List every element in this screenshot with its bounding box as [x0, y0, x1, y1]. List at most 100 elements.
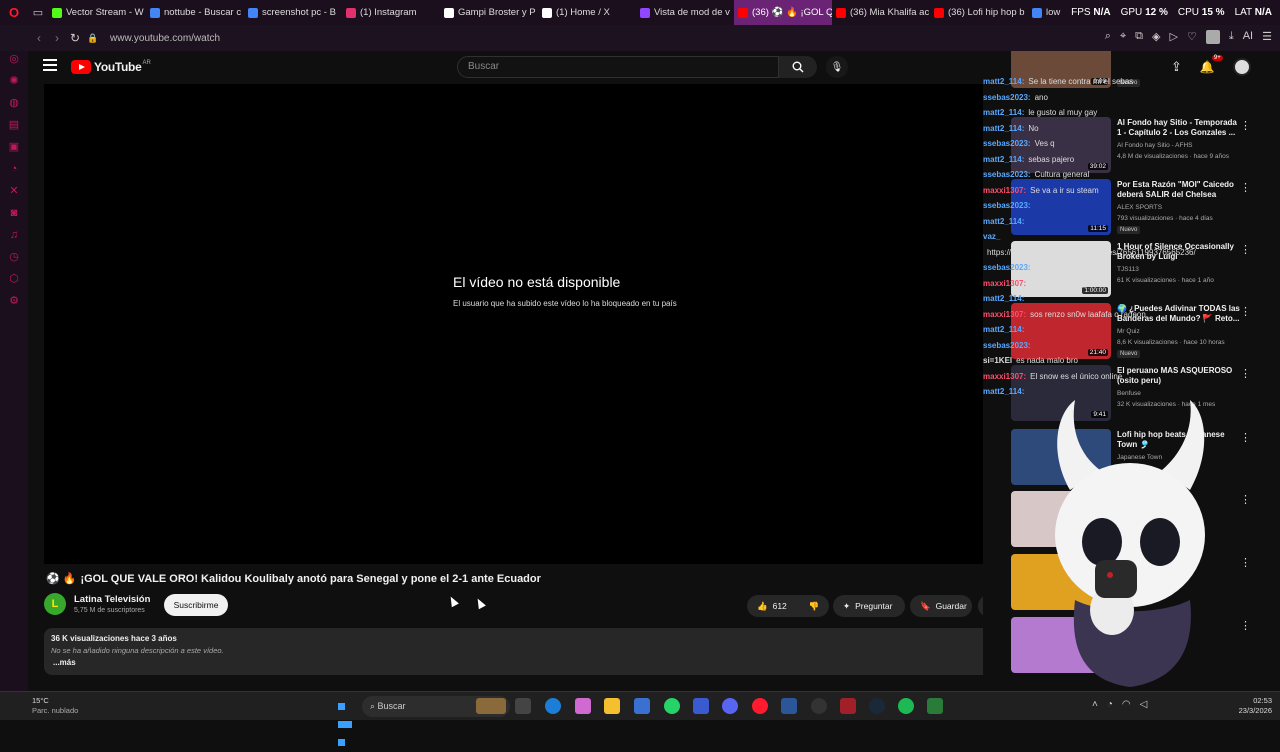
browser-tab[interactable]: (1) Home / X	[538, 0, 636, 25]
recommendation-channel[interactable]: ALEX SPORTS	[1117, 204, 1162, 211]
x-icon[interactable]: ✕	[8, 185, 20, 197]
hamburger-menu-icon[interactable]	[43, 59, 57, 73]
browser-tab[interactable]: Vista de mod de v	[636, 0, 734, 25]
twitch-icon[interactable]: ▣	[8, 141, 20, 153]
tab-menu-icon[interactable]: ▭	[28, 6, 48, 19]
chat-message: matt2_114: le gusto al muy gay	[983, 108, 1097, 117]
like-count[interactable]: 612	[773, 601, 787, 611]
chevron-up-icon[interactable]: ˄	[1092, 699, 1098, 710]
browser-tab[interactable]: Gampi Broster y P	[440, 0, 538, 25]
app-icon[interactable]	[693, 698, 709, 714]
recommendation-channel[interactable]: Mr Quiz	[1117, 328, 1140, 335]
description-text: No se ha añadido ninguna descripción a e…	[51, 646, 224, 655]
aria-ai-icon[interactable]: AI	[1243, 30, 1253, 44]
chat-message: ssebas2023: ano	[983, 93, 1048, 102]
start-button[interactable]	[338, 698, 353, 746]
snapshot-icon[interactable]: ⧉	[1135, 30, 1143, 44]
task-view-icon[interactable]	[515, 698, 531, 714]
network-icon[interactable]: ◔	[1107, 699, 1113, 710]
recommendation-channel[interactable]: TJS113	[1117, 266, 1139, 273]
wifi-icon[interactable]: ◠	[1122, 699, 1131, 710]
history-icon[interactable]: ◷	[8, 251, 20, 263]
browser-tab[interactable]: (36) ⚽ 🔥 ¡GOL QUE VAL	[734, 0, 832, 25]
clock[interactable]: 02:53 23/3/2026	[1239, 696, 1272, 716]
search-button[interactable]	[779, 56, 817, 78]
browser-tab[interactable]: nottube - Buscar c	[146, 0, 244, 25]
url-field[interactable]: www.youtube.com/watch	[110, 33, 220, 44]
profile-icon[interactable]	[1205, 30, 1220, 44]
chat-text: no tenia ni amigos	[1030, 278, 1096, 288]
more-icon[interactable]: ⋮	[1240, 431, 1251, 444]
file-explorer-icon[interactable]	[604, 698, 620, 714]
player-icon[interactable]: ♫	[8, 229, 20, 241]
like-icon[interactable]: 👍	[757, 601, 768, 612]
channel-avatar[interactable]: L	[44, 593, 66, 615]
extensions-icon[interactable]: ⬡	[8, 273, 20, 285]
youtube-logo[interactable]: YouTube AR	[71, 60, 151, 74]
zoom-icon[interactable]: ⌕	[1105, 30, 1111, 44]
dislike-icon[interactable]: 👎	[809, 601, 820, 612]
chat-message: matt2_114: Se la tiene contra mi el sebas	[983, 77, 1133, 86]
recommendation-title[interactable]: Por Esta Razón "MOI" Caicedo deberá SALI…	[1117, 180, 1243, 200]
discord-icon[interactable]: ◙	[8, 207, 20, 219]
more-icon[interactable]: ⋮	[1240, 493, 1251, 506]
heart-icon[interactable]: ♡	[1187, 30, 1197, 44]
forward-icon[interactable]: ›	[48, 31, 66, 45]
recommendation-title[interactable]: El peruano MAS ASQUEROSO (osito peru)	[1117, 366, 1243, 386]
voice-search-button[interactable]: 🎙	[826, 56, 848, 78]
ask-button[interactable]: ✦ Preguntar	[833, 595, 905, 617]
description-more[interactable]: ...más	[53, 658, 76, 667]
opera-taskbar-icon[interactable]	[752, 698, 768, 714]
browser-tab[interactable]: Vector Stream - W	[48, 0, 146, 25]
whatsapp-taskbar-icon[interactable]	[664, 698, 680, 714]
shield-icon[interactable]: ◈	[1152, 30, 1160, 44]
recommendation-channel[interactable]: Al Fondo hay Sitio - AFHS	[1117, 142, 1193, 149]
valorant-icon[interactable]	[840, 698, 856, 714]
search-input[interactable]: Buscar	[457, 56, 779, 78]
spotify-icon[interactable]	[898, 698, 914, 714]
aria-icon[interactable]: ◎	[8, 53, 20, 65]
more-icon[interactable]: ⋮	[1240, 619, 1251, 632]
steam-icon[interactable]	[869, 698, 885, 714]
volume-icon[interactable]: ◁	[1140, 699, 1148, 710]
word-icon[interactable]	[781, 698, 797, 714]
store-icon[interactable]	[634, 698, 650, 714]
browser-tab[interactable]: (1) Instagram	[342, 0, 440, 25]
chat-message: ssebas2023:	[983, 341, 1035, 350]
weather-widget[interactable]: 15°C Parc. nublado	[32, 696, 78, 716]
chatgpt-icon[interactable]: ✺	[8, 75, 20, 87]
back-icon[interactable]: ‹	[30, 31, 48, 45]
play-icon[interactable]: ▷	[1170, 30, 1178, 44]
more-icon[interactable]: ⋮	[1240, 367, 1251, 380]
discord-taskbar-icon[interactable]	[722, 698, 738, 714]
subscribe-button[interactable]: Suscribirme	[164, 594, 228, 616]
edge-icon[interactable]	[545, 698, 561, 714]
description-box[interactable]: 36 K visualizaciones hace 3 años No se h…	[44, 628, 1002, 675]
whatsapp-icon[interactable]: ◔	[8, 163, 20, 175]
opera-logo-icon[interactable]: O	[0, 0, 28, 25]
reload-icon[interactable]: ↻	[66, 31, 84, 45]
more-icon[interactable]: ⋮	[1240, 181, 1251, 194]
copilot-icon[interactable]	[575, 698, 591, 714]
app-icon[interactable]	[811, 698, 827, 714]
browser-tab[interactable]: (36) Mia Khalifa ac	[832, 0, 930, 25]
more-icon[interactable]: ⋮	[1240, 556, 1251, 569]
more-icon[interactable]: ⋮	[1240, 243, 1251, 256]
app-icon[interactable]	[927, 698, 943, 714]
more-icon[interactable]: ⋮	[1240, 119, 1251, 132]
video-player[interactable]: El vídeo no está disponible El usuario q…	[44, 84, 1002, 564]
browser-tab[interactable]: screenshot pc - B	[244, 0, 342, 25]
save-button[interactable]: 🔖 Guardar	[910, 595, 972, 617]
news-icon[interactable]: ▤	[8, 119, 20, 131]
download-icon[interactable]: ⤓	[1229, 30, 1234, 44]
channel-name[interactable]: Latina Televisión	[74, 594, 150, 605]
messenger-icon[interactable]: ◍	[8, 97, 20, 109]
settings-icon[interactable]: ⚙	[8, 295, 20, 307]
more-icon[interactable]: ⋮	[1240, 305, 1251, 318]
recommendation-title[interactable]: Al Fondo hay Sitio - Temporada 1 - Capít…	[1117, 118, 1243, 138]
browser-tab[interactable]: (36) Lofi hip hop b	[930, 0, 1028, 25]
menu-icon[interactable]: ☰	[1262, 30, 1272, 44]
widgets-icon[interactable]	[476, 698, 506, 714]
pin-icon[interactable]: ⌖	[1120, 30, 1126, 44]
address-bar: ‹ › ↻ 🔒 www.youtube.com/watch ⌕ ⌖ ⧉ ◈ ▷ …	[0, 25, 1280, 51]
